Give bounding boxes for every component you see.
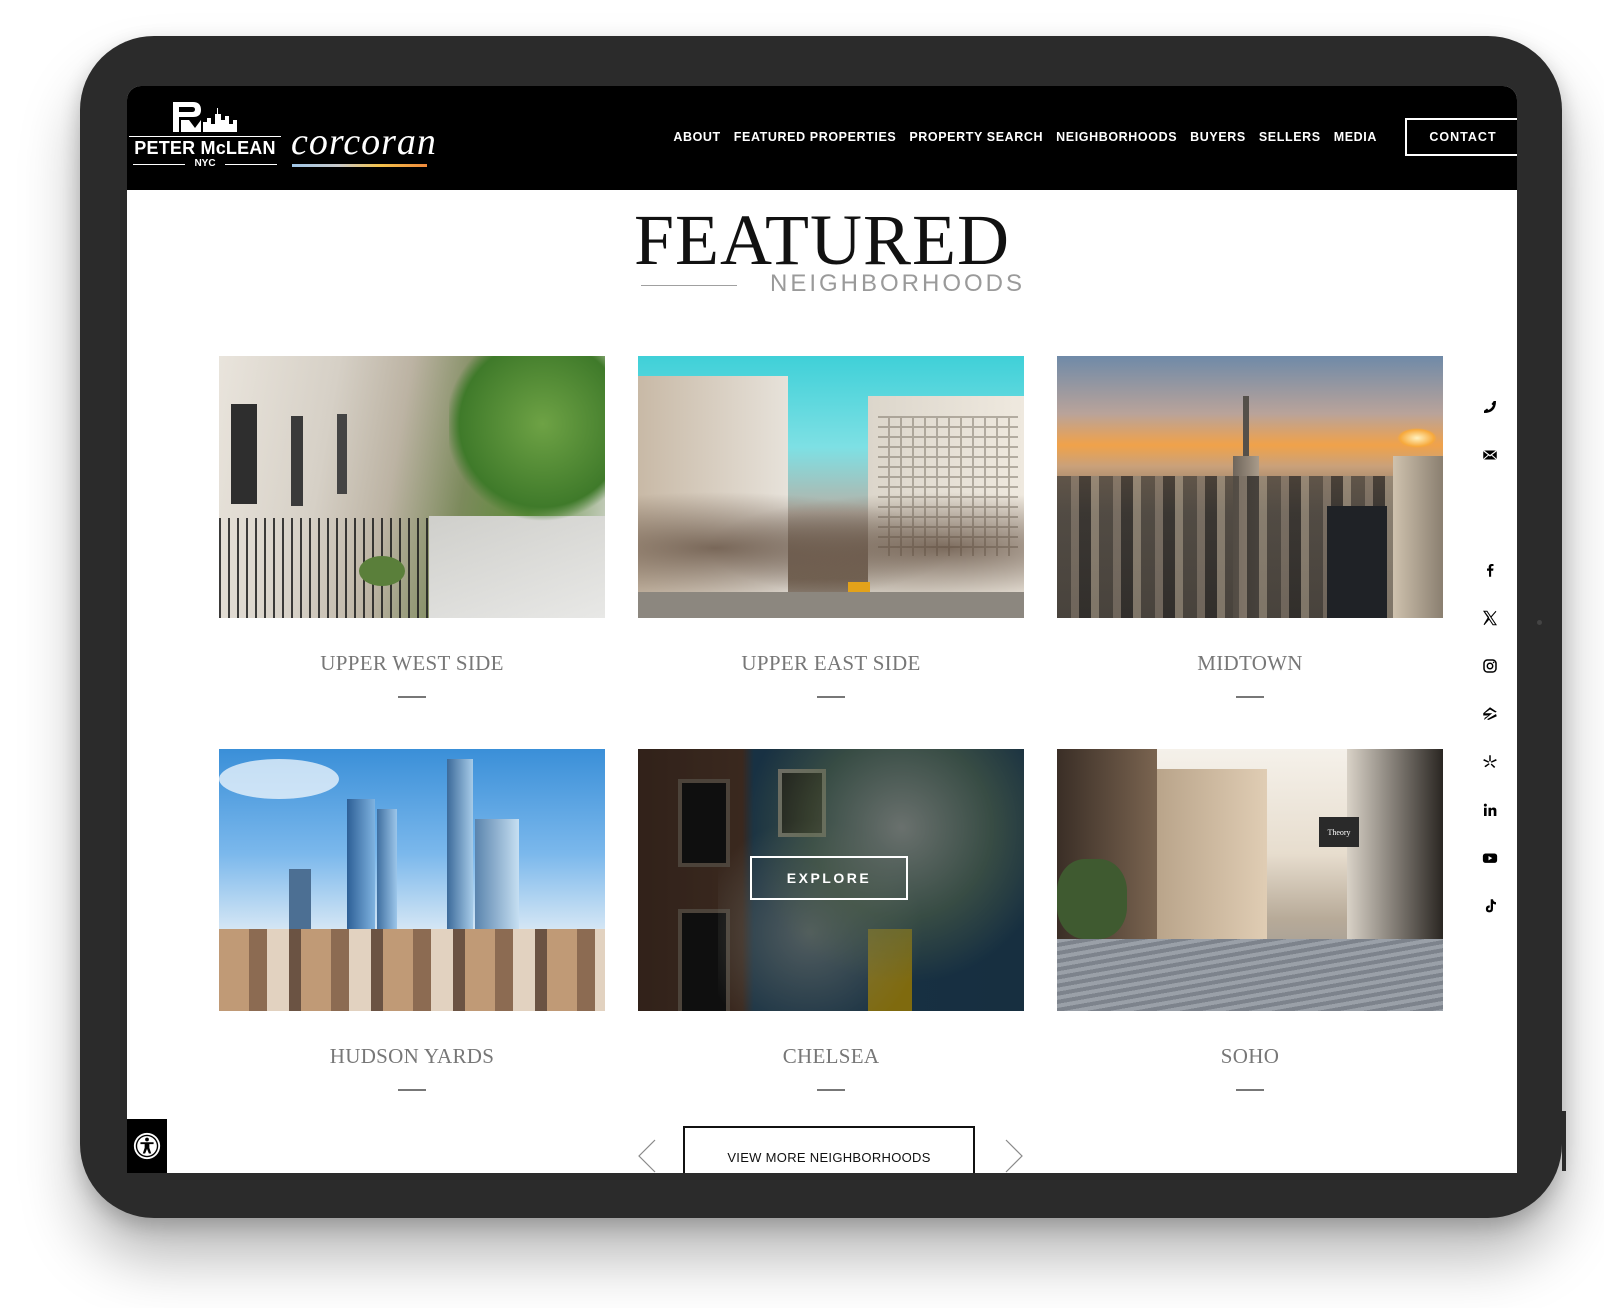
neighborhood-name[interactable]: UPPER EAST SIDE bbox=[638, 651, 1024, 676]
neighborhood-photo[interactable] bbox=[1057, 356, 1443, 618]
x-icon[interactable] bbox=[1479, 607, 1501, 629]
neighborhood-name[interactable]: UPPER WEST SIDE bbox=[219, 651, 605, 676]
nav-about[interactable]: ABOUT bbox=[673, 130, 720, 144]
facebook-icon[interactable] bbox=[1479, 559, 1501, 581]
carousel-next-arrow[interactable] bbox=[1002, 1138, 1026, 1173]
nav-sellers[interactable]: SELLERS bbox=[1259, 130, 1321, 144]
section-title: FEATURED bbox=[633, 200, 1010, 280]
neighborhood-name[interactable]: MIDTOWN bbox=[1057, 651, 1443, 676]
neighborhood-card-midtown[interactable]: MIDTOWN bbox=[1057, 356, 1443, 749]
logo-name: PETER McLEAN bbox=[134, 138, 276, 158]
name-underline bbox=[817, 1089, 845, 1091]
main-nav: ABOUT FEATURED PROPERTIES PROPERTY SEARC… bbox=[673, 130, 1377, 144]
nav-property-search[interactable]: PROPERTY SEARCH bbox=[909, 130, 1043, 144]
name-underline bbox=[1236, 696, 1264, 698]
section-subtitle: NEIGHBORHOODS bbox=[770, 270, 1026, 297]
yelp-icon[interactable] bbox=[1479, 751, 1501, 773]
neighborhood-photo[interactable] bbox=[219, 749, 605, 1011]
neighborhood-grid: UPPER WEST SIDE UPPER EAST SIDE MIDTOWN … bbox=[219, 356, 1443, 1142]
store-sign: Theory bbox=[1319, 817, 1359, 847]
neighborhood-photo[interactable] bbox=[219, 356, 605, 618]
contact-button[interactable]: CONTACT bbox=[1405, 118, 1517, 156]
logo-rule bbox=[129, 136, 281, 137]
zillow-icon[interactable] bbox=[1479, 703, 1501, 725]
neighborhood-photo[interactable]: EXPLORE bbox=[638, 749, 1024, 1011]
device-side-button bbox=[1562, 1111, 1566, 1171]
neighborhood-card-soho[interactable]: Theory SOHO bbox=[1057, 749, 1443, 1142]
name-underline bbox=[1236, 1089, 1264, 1091]
linkedin-icon[interactable] bbox=[1479, 799, 1501, 821]
youtube-icon[interactable] bbox=[1479, 847, 1501, 869]
tiktok-icon[interactable] bbox=[1479, 895, 1501, 917]
accessibility-icon bbox=[133, 1132, 161, 1160]
subtitle-rule bbox=[641, 285, 737, 286]
neighborhood-name[interactable]: CHELSEA bbox=[638, 1044, 1024, 1069]
nav-neighborhoods[interactable]: NEIGHBORHOODS bbox=[1056, 130, 1177, 144]
nav-buyers[interactable]: BUYERS bbox=[1190, 130, 1246, 144]
website-screen: PETER McLEAN NYC corcoran ABOUT FEATURED… bbox=[127, 86, 1517, 1173]
accessibility-button[interactable] bbox=[127, 1119, 167, 1173]
neighborhood-name[interactable]: SOHO bbox=[1057, 1044, 1443, 1069]
nav-media[interactable]: MEDIA bbox=[1334, 130, 1377, 144]
neighborhood-name[interactable]: HUDSON YARDS bbox=[219, 1044, 605, 1069]
phone-icon[interactable] bbox=[1479, 396, 1501, 418]
carousel-prev-arrow[interactable] bbox=[635, 1138, 659, 1173]
corcoran-gradient-bar bbox=[292, 164, 427, 167]
explore-button[interactable]: EXPLORE bbox=[750, 856, 908, 900]
neighborhood-card-hudson-yards[interactable]: HUDSON YARDS bbox=[219, 749, 605, 1142]
pm-skyline-icon bbox=[173, 102, 237, 132]
neighborhood-card-upper-east-side[interactable]: UPPER EAST SIDE bbox=[638, 356, 1024, 749]
device-camera bbox=[1537, 620, 1542, 625]
nav-featured-properties[interactable]: FEATURED PROPERTIES bbox=[734, 130, 897, 144]
neighborhood-photo[interactable] bbox=[638, 356, 1024, 618]
view-more-neighborhoods-button[interactable]: VIEW MORE NEIGHBORHOODS bbox=[683, 1126, 975, 1173]
neighborhood-card-upper-west-side[interactable]: UPPER WEST SIDE bbox=[219, 356, 605, 749]
site-header: PETER McLEAN NYC corcoran ABOUT FEATURED… bbox=[127, 86, 1517, 190]
name-underline bbox=[398, 1089, 426, 1091]
name-underline bbox=[817, 696, 845, 698]
logo-sub: NYC bbox=[129, 158, 281, 169]
mail-icon[interactable] bbox=[1479, 444, 1501, 466]
neighborhood-photo[interactable]: Theory bbox=[1057, 749, 1443, 1011]
peter-mclean-logo[interactable]: PETER McLEAN NYC bbox=[129, 100, 281, 172]
instagram-icon[interactable] bbox=[1479, 655, 1501, 677]
name-underline bbox=[398, 696, 426, 698]
neighborhood-card-chelsea[interactable]: EXPLORE CHELSEA bbox=[638, 749, 1024, 1142]
corcoran-logo[interactable]: corcoran bbox=[291, 120, 437, 164]
